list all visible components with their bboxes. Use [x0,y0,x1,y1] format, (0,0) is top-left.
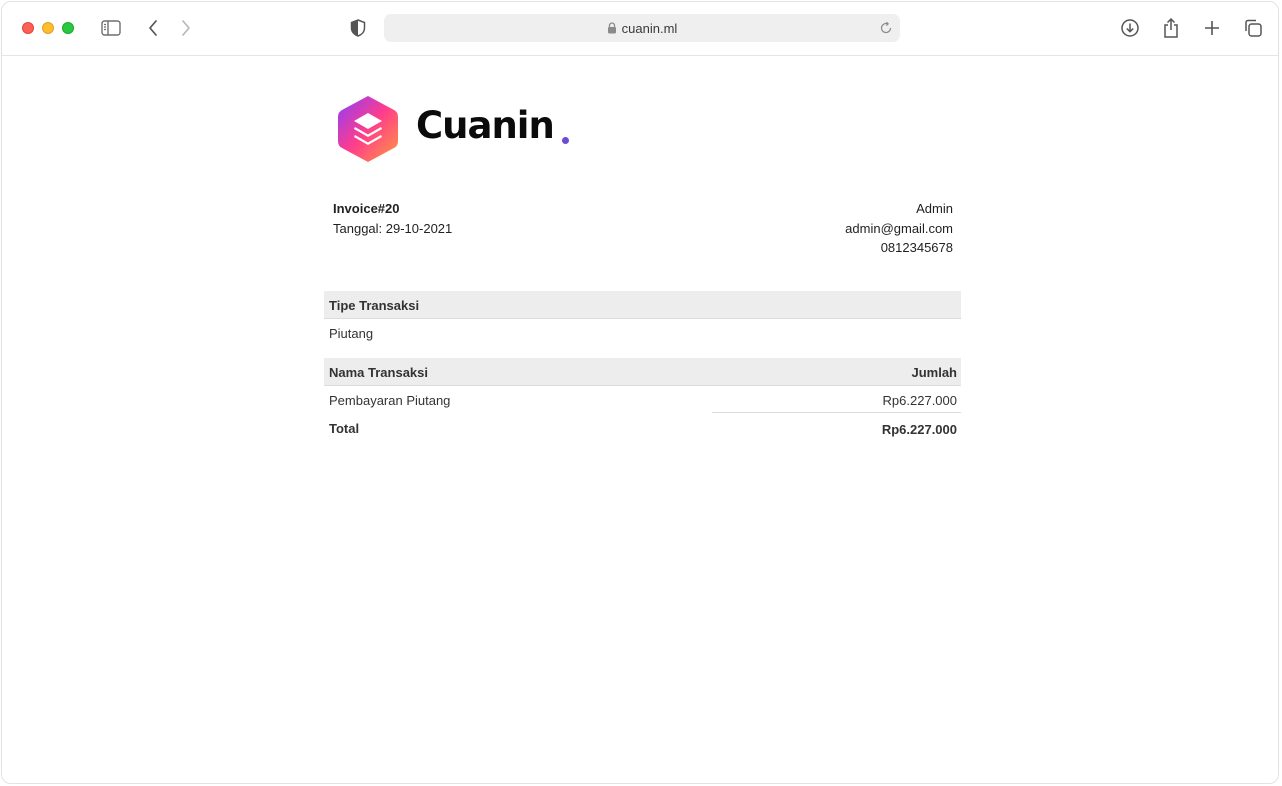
brand-name: Cuanin [416,104,555,147]
invoice-meta: Invoice#20 Tanggal: 29-10-2021 [333,199,452,238]
customer-email: admin@gmail.com [845,220,953,236]
items-table-header: Nama Transaksi Jumlah [324,358,961,386]
type-value: Piutang [329,326,374,341]
invoice-number: Invoice#20 [333,201,400,216]
reload-icon[interactable] [878,20,894,36]
customer-phone: 0812345678 [880,240,953,255]
browser-toolbar: cuanin.ml [2,2,1278,56]
type-header-label: Tipe Transaksi [329,298,420,313]
minimize-window-button[interactable] [42,22,54,34]
close-window-button[interactable] [22,22,34,34]
plus-icon[interactable] [1200,16,1224,40]
shield-icon[interactable] [346,16,370,40]
customer-name: Admin [916,201,953,216]
total-row: Total Rp6.227.000 [324,414,961,441]
url-text: cuanin.ml [621,20,678,36]
share-icon[interactable] [1159,16,1183,40]
item-amount: Rp6.227.000 [882,393,957,408]
total-value: Rp6.227.000 [881,422,957,437]
item-name: Pembayaran Piutang [329,393,451,408]
items-header-name: Nama Transaksi [329,365,429,380]
total-separator [712,412,961,413]
sidebar-icon[interactable] [99,16,123,40]
download-icon[interactable] [1118,16,1142,40]
brand-dot [562,137,569,144]
zoom-window-button[interactable] [62,22,74,34]
chevron-left-icon[interactable] [141,16,165,40]
table-row: Pembayaran Piutang Rp6.227.000 [324,386,961,413]
invoice-date: Tanggal: 29-10-2021 [333,220,453,236]
lock-icon [607,22,617,34]
type-row: Piutang [324,319,961,346]
page-content: Cuanin Invoice#20 Tanggal: 29-10-2021 Ad… [2,56,1278,783]
address-bar[interactable]: cuanin.ml [384,14,900,42]
tabs-overview-icon[interactable] [1241,16,1265,40]
total-label: Total [329,421,360,436]
customer-info: Admin admin@gmail.com 0812345678 [845,199,953,258]
items-header-amount: Jumlah [911,365,957,380]
cuanin-logo-icon [338,96,398,162]
type-table-header: Tipe Transaksi [324,291,961,319]
browser-window: cuanin.ml Cuanin Invoice#20 Tanggal: 29-… [1,1,1279,784]
chevron-right-icon[interactable] [174,16,198,40]
